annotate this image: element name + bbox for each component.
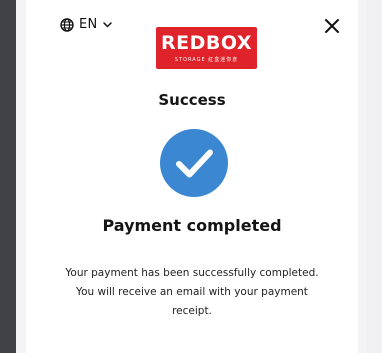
status-heading: Payment completed <box>102 216 282 235</box>
page-title: Success <box>158 91 226 109</box>
close-icon[interactable] <box>322 16 342 36</box>
check-circle-icon <box>160 129 228 197</box>
right-edge <box>367 0 382 353</box>
language-selector[interactable]: EN <box>60 17 112 32</box>
language-code: EN <box>79 17 98 32</box>
payment-success-modal: EN REDBOX STORAGE 紅盒迷你倉 Success Payment … <box>26 0 358 353</box>
chevron-down-icon <box>102 21 112 27</box>
screen: EN REDBOX STORAGE 紅盒迷你倉 Success Payment … <box>0 0 382 353</box>
globe-icon <box>60 17 74 32</box>
logo-wordmark: REDBOX <box>161 32 252 54</box>
logo-tagline: STORAGE 紅盒迷你倉 <box>174 57 239 63</box>
status-message: Your payment has been successfully compl… <box>65 267 319 317</box>
redbox-logo: REDBOX STORAGE 紅盒迷你倉 <box>156 27 257 69</box>
left-scroll-edge <box>0 0 16 353</box>
